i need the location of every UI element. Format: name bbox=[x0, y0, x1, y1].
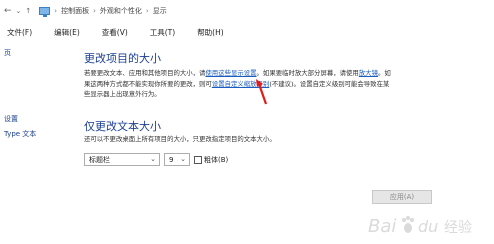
display-settings-link[interactable]: 使用这些显示设置 bbox=[205, 69, 256, 77]
description-text: 果这两种方式都不能实现你所要的更改，则可 bbox=[84, 79, 212, 88]
svg-text:经验: 经验 bbox=[444, 220, 472, 236]
breadcrumb-separator-icon: › bbox=[93, 7, 96, 15]
annotation-arrow-icon bbox=[256, 79, 268, 105]
left-nav-pane: 页 设置 Type 文本 bbox=[0, 40, 52, 244]
svg-text:du: du bbox=[418, 217, 438, 236]
apply-button[interactable]: 应用(A) bbox=[372, 190, 432, 204]
description-text: (不建议)。设置自定义级别可能会导致在某 bbox=[269, 79, 390, 88]
svg-text:Bai: Bai bbox=[368, 216, 396, 237]
up-arrow-icon[interactable]: ↑ bbox=[25, 7, 31, 15]
menu-bar: 文件(F) 编辑(E) 查看(V) 工具(T) 帮助(H) bbox=[0, 24, 494, 40]
left-nav-item-cleartype[interactable]: Type 文本 bbox=[4, 129, 36, 139]
chevron-down-icon[interactable]: ⌄ bbox=[16, 7, 22, 15]
breadcrumb-separator-icon: › bbox=[54, 7, 58, 15]
chevron-down-icon: ⌄ bbox=[150, 155, 156, 163]
menu-tools[interactable]: 工具(T) bbox=[150, 27, 175, 38]
menu-help[interactable]: 帮助(H) bbox=[197, 27, 224, 38]
change-item-size-heading: 更改项目的大小 bbox=[84, 52, 161, 65]
back-arrow-icon[interactable]: ← bbox=[4, 6, 12, 16]
menu-edit[interactable]: 编辑(E) bbox=[54, 27, 80, 38]
menu-view[interactable]: 查看(V) bbox=[102, 27, 128, 38]
breadcrumb-separator-icon: › bbox=[145, 7, 149, 15]
change-text-only-heading: 仅更改文本大小 bbox=[84, 120, 161, 133]
left-nav-item-page[interactable]: 页 bbox=[4, 48, 11, 58]
text-size-description: 还可以不更改桌面上所有项目的大小，只更改指定项目的文本大小。 bbox=[84, 135, 276, 143]
item-select-value: 标题栏 bbox=[89, 155, 110, 164]
description-text: 。如 bbox=[377, 69, 391, 77]
menu-file[interactable]: 文件(F) bbox=[7, 27, 32, 38]
chevron-down-icon: ⌄ bbox=[180, 155, 186, 163]
breadcrumb-item-control-panel[interactable]: 控制面板 bbox=[61, 6, 89, 16]
address-bar: ← ⌄ ↑ › 控制面板 › 外观和个性化 › 显示 bbox=[0, 0, 494, 22]
bold-checkbox[interactable] bbox=[194, 156, 202, 164]
control-panel-window: ← ⌄ ↑ › 控制面板 › 外观和个性化 › 显示 文件(F) 编辑(E) 查… bbox=[0, 0, 494, 244]
left-nav-item-settings[interactable]: 设置 bbox=[4, 114, 18, 124]
bold-checkbox-label[interactable]: 粗体(B) bbox=[204, 155, 228, 165]
magnifier-link[interactable]: 放大镜 bbox=[359, 69, 378, 77]
change-size-description: 若要更改文本、应用和其他项目的大小，请使用这些显示设置。如果要临时放大部分屏幕，… bbox=[84, 68, 484, 100]
size-select-value: 9 bbox=[169, 155, 174, 164]
breadcrumb-item-display[interactable]: 显示 bbox=[153, 6, 167, 16]
control-panel-icon bbox=[39, 7, 51, 17]
description-text: 些显示器上出现意外行为。 bbox=[84, 90, 161, 98]
baidu-watermark-logo: Bai du 经验 bbox=[368, 216, 472, 237]
size-select[interactable]: 9 ⌄ bbox=[164, 153, 190, 166]
description-text: 若要更改文本、应用和其他项目的大小，请 bbox=[84, 69, 206, 77]
breadcrumb-item-appearance[interactable]: 外观和个性化 bbox=[100, 6, 142, 16]
item-select[interactable]: 标题栏 ⌄ bbox=[84, 153, 160, 166]
description-text: 。如果要临时放大部分屏幕，请使用 bbox=[256, 69, 359, 77]
